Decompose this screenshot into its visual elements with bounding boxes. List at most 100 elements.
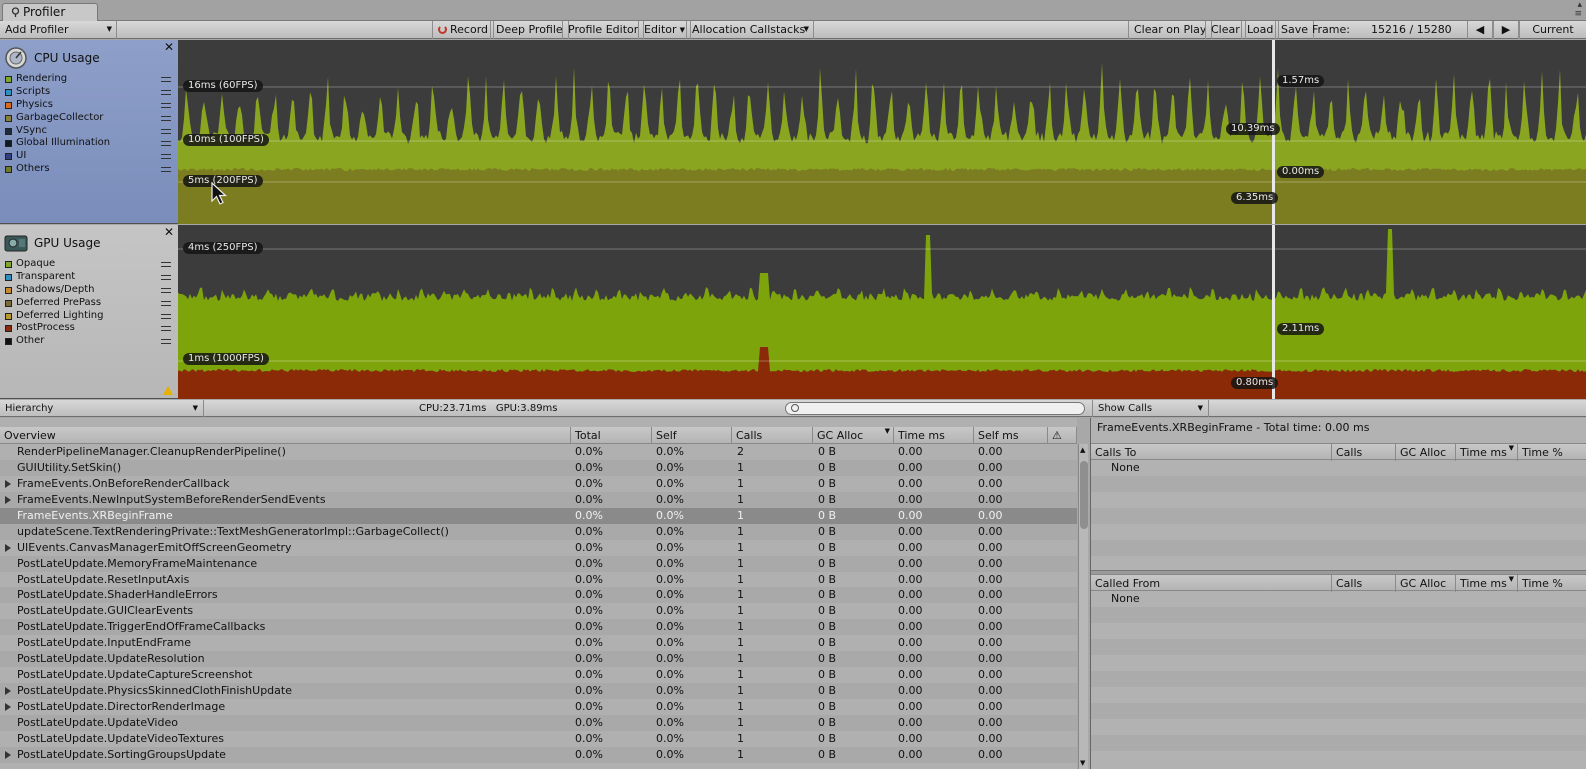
legend-item-other[interactable]: Other [5, 335, 173, 348]
column-time-ms[interactable]: Time ms ▼ [1456, 444, 1518, 461]
legend-item-garbagecollector[interactable]: GarbageCollector [5, 112, 173, 125]
list-item[interactable]: None [1091, 460, 1586, 476]
close-icon[interactable]: ✕ [164, 41, 174, 53]
legend-color-swatch[interactable] [5, 325, 12, 333]
search-input[interactable] [785, 402, 1085, 415]
column-overview[interactable]: Overview [0, 427, 571, 444]
drag-handle-icon[interactable] [161, 102, 171, 108]
column-calls[interactable]: Calls [732, 427, 813, 444]
drag-handle-icon[interactable] [161, 262, 171, 267]
allocation-callstacks-dropdown[interactable]: Allocation Callstacks ▼ [686, 21, 814, 39]
expand-arrow-icon[interactable] [5, 495, 11, 504]
column-self-ms[interactable]: Self ms [974, 427, 1048, 444]
drag-handle-icon[interactable] [161, 141, 171, 147]
table-row[interactable]: FrameEvents.NewInputSystemBeforeRenderSe… [0, 491, 1077, 508]
cpu-usage-module[interactable]: CPU Usage ✕ Rendering Scripts Physics Garba… [0, 40, 178, 224]
table-row[interactable]: PostLateUpdate.SortingGroupsUpdate 0.0% 0.… [0, 746, 1077, 763]
close-icon[interactable]: ✕ [164, 226, 174, 238]
legend-item-physics[interactable]: Physics [5, 99, 173, 112]
column-self[interactable]: Self [652, 427, 732, 444]
cpu-usage-graph[interactable]: 16ms (60FPS) 10ms (100FPS) 5ms (200FPS) … [178, 40, 1586, 224]
legend-item-transparent[interactable]: Transparent [5, 271, 173, 284]
table-row[interactable]: GUIUtility.SetSkin() 0.0% 0.0% 1 0 B 0.00 0.00 [0, 459, 1077, 476]
table-row[interactable]: updateScene.TextRenderingPrivate::TextMe… [0, 523, 1077, 540]
drag-handle-icon[interactable] [161, 287, 171, 293]
drag-handle-icon[interactable] [161, 300, 171, 306]
expand-arrow-icon[interactable] [5, 750, 11, 759]
legend-color-swatch[interactable] [5, 312, 12, 320]
column-total[interactable]: Total [571, 427, 652, 444]
clear-button[interactable]: Clear [1205, 21, 1246, 39]
legend-color-swatch[interactable] [5, 114, 12, 122]
drag-handle-icon[interactable] [161, 154, 171, 160]
legend-color-swatch[interactable] [5, 338, 12, 346]
column-called-from[interactable]: Called From [1091, 575, 1332, 592]
legend-item-vsync[interactable]: VSync [5, 125, 173, 138]
column-warnings[interactable]: ⚠ [1048, 427, 1077, 444]
clear-on-play-toggle[interactable]: Clear on Play [1128, 21, 1213, 39]
record-button[interactable]: Record [432, 21, 495, 39]
table-row[interactable]: FrameEvents.XRBeginFrame 0.0% 0.0% 1 0 B 0.00… [0, 507, 1077, 524]
drag-handle-icon[interactable] [161, 313, 171, 319]
legend-color-swatch[interactable] [5, 76, 12, 83]
hierarchy-scrollbar[interactable]: ▲ ▼ [1078, 444, 1088, 769]
deep-profile-button[interactable]: Deep Profile [490, 21, 569, 39]
column-time-percent[interactable]: Time % [1518, 444, 1586, 461]
column-calls-to[interactable]: Calls To [1091, 444, 1332, 461]
legend-item-ui[interactable]: UI [5, 150, 173, 163]
legend-color-swatch[interactable] [5, 153, 12, 161]
window-menu-icon[interactable]: ▴ ≡ [1574, 1, 1582, 19]
legend-item-scripts[interactable]: Scripts [5, 86, 173, 99]
table-row[interactable]: PostLateUpdate.UpdateVideoTextures 0.0% 0.… [0, 731, 1077, 747]
legend-item-rendering[interactable]: Rendering [5, 73, 173, 86]
load-button[interactable]: Load [1241, 21, 1280, 39]
expand-arrow-icon[interactable] [5, 543, 11, 552]
drag-handle-icon[interactable] [161, 326, 171, 332]
table-row[interactable]: PostLateUpdate.ResetInputAxis 0.0% 0.0% 1 0 … [0, 572, 1077, 588]
table-row[interactable]: FrameEvents.OnBeforeRenderCallback 0.0% 0.… [0, 476, 1077, 492]
table-row[interactable]: PostLateUpdate.UpdateVideo 0.0% 0.0% 1 0 B 0.… [0, 714, 1077, 731]
table-row[interactable]: UIEvents.CanvasManagerEmitOffScreenGeome… [0, 540, 1077, 556]
expand-arrow-icon[interactable] [5, 479, 11, 488]
drag-handle-icon[interactable] [161, 167, 171, 173]
legend-item-opaque[interactable]: Opaque [5, 258, 173, 271]
legend-color-swatch[interactable] [5, 286, 12, 294]
legend-item-others[interactable]: Others [5, 163, 173, 176]
column-calls[interactable]: Calls [1332, 575, 1396, 592]
previous-frame-button[interactable]: ◀ [1467, 21, 1493, 39]
column-gc-alloc[interactable]: GC Alloc ▼ [813, 427, 894, 444]
list-item[interactable]: None [1091, 591, 1586, 607]
legend-color-swatch[interactable] [5, 101, 12, 109]
legend-color-swatch[interactable] [5, 127, 12, 135]
table-row[interactable]: PostLateUpdate.PhysicsSkinnedClothFinish… [0, 683, 1077, 699]
drag-handle-icon[interactable] [161, 128, 171, 134]
show-calls-dropdown[interactable]: Show Calls ▼ [1092, 400, 1209, 417]
legend-color-swatch[interactable] [5, 140, 12, 148]
gpu-usage-graph[interactable]: 4ms (250FPS) 1ms (1000FPS) 2.11ms 0.80ms [178, 225, 1586, 399]
expand-arrow-icon[interactable] [5, 703, 11, 711]
legend-color-swatch[interactable] [5, 299, 12, 307]
gpu-usage-module[interactable]: GPU Usage ✕ Opaque Transparent Shadows/Dep… [0, 225, 178, 399]
column-time-ms[interactable]: Time ms [894, 427, 974, 444]
drag-handle-icon[interactable] [161, 89, 171, 95]
drag-handle-icon[interactable] [161, 274, 171, 280]
frame-cursor[interactable] [1272, 225, 1275, 399]
scrollbar-thumb[interactable] [1080, 461, 1088, 529]
legend-item-deferred-prepass[interactable]: Deferred PrePass [5, 297, 173, 310]
current-frame-button[interactable]: Current [1519, 21, 1586, 39]
column-time-ms[interactable]: Time ms ▼ [1456, 575, 1518, 592]
legend-color-swatch[interactable] [5, 261, 12, 268]
view-mode-dropdown[interactable]: Hierarchy ▼ [0, 400, 204, 417]
scroll-up-icon[interactable]: ▲ [1080, 446, 1085, 454]
profile-editor-button[interactable]: Profile Editor [562, 21, 645, 39]
table-row[interactable]: RenderPipelineManager.CleanupRenderPipel… [0, 444, 1077, 460]
editor-target-dropdown[interactable]: Editor ▼ [638, 21, 691, 39]
legend-item-shadows-depth[interactable]: Shadows/Depth [5, 284, 173, 297]
drag-handle-icon[interactable] [161, 339, 171, 345]
expand-arrow-icon[interactable] [5, 687, 11, 696]
column-calls[interactable]: Calls [1332, 444, 1396, 461]
next-frame-button[interactable]: ▶ [1493, 21, 1519, 39]
table-row[interactable]: PostLateUpdate.MemoryFrameMaintenance 0.0… [0, 555, 1077, 572]
legend-item-postprocess[interactable]: PostProcess [5, 322, 173, 335]
column-time-percent[interactable]: Time % [1518, 575, 1586, 592]
